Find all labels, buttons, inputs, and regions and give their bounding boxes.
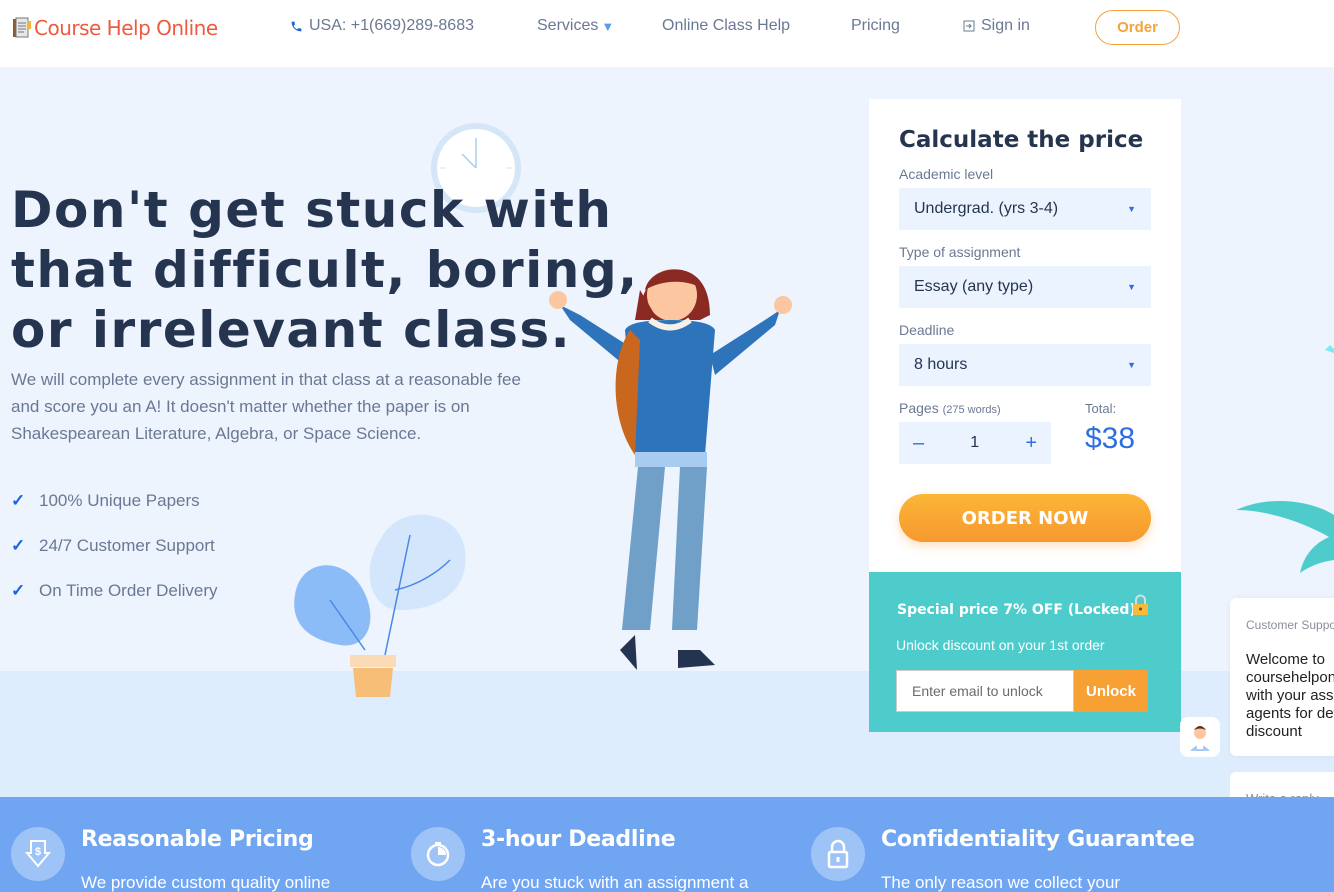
leaves-decoration xyxy=(1236,345,1334,573)
phone-icon xyxy=(291,21,302,31)
caret-down-icon: ▼ xyxy=(1127,204,1136,214)
pages-label-text: Pages xyxy=(899,400,939,416)
nav-pricing[interactable]: Pricing xyxy=(851,17,900,35)
plant-illustration xyxy=(294,514,466,697)
feature-item: ✓ On Time Order Delivery xyxy=(11,568,218,613)
chat-message: Welcome to coursehelponline with your as… xyxy=(1246,651,1334,740)
decrement-button[interactable]: – xyxy=(913,432,924,455)
logo[interactable]: Course Help Online xyxy=(12,16,218,40)
logo-text: Course Help Online xyxy=(34,16,218,40)
increment-button[interactable]: + xyxy=(1025,432,1037,455)
feature-item: ✓ 100% Unique Papers xyxy=(11,478,218,523)
price-calculator: Calculate the price Academic level Under… xyxy=(869,99,1181,572)
check-icon: ✓ xyxy=(11,490,26,510)
nav-sign-in[interactable]: Sign in xyxy=(963,17,1030,35)
deadline-label: Deadline xyxy=(899,322,955,338)
nav-services[interactable]: Services ▼ xyxy=(537,17,614,35)
deadline-select[interactable]: 8 hours ▼ xyxy=(899,344,1151,386)
pages-stepper: – 1 + xyxy=(899,422,1051,464)
agent-avatar-icon xyxy=(1190,726,1210,751)
feature-item: ✓ 24/7 Customer Support xyxy=(11,523,218,568)
band-text: Are you stuck with an assignment a xyxy=(481,873,749,892)
hero-description: We will complete every assignment in tha… xyxy=(11,370,521,443)
site-header: Course Help Online USA: +1(669)289-8683 … xyxy=(0,0,1334,67)
stopwatch-icon xyxy=(411,827,465,881)
promo-subtitle: Unlock discount on your 1st order xyxy=(896,637,1105,653)
padlock-icon xyxy=(1133,594,1148,615)
pages-label: Pages (275 words) xyxy=(899,400,1001,416)
email-input[interactable] xyxy=(896,670,1074,712)
band-title: Reasonable Pricing xyxy=(81,827,314,852)
notebook-icon xyxy=(13,17,31,38)
calculator-title: Calculate the price xyxy=(899,127,1144,153)
order-now-button[interactable]: ORDER NOW xyxy=(899,494,1151,542)
band-title: 3-hour Deadline xyxy=(481,827,676,852)
order-button[interactable]: Order xyxy=(1095,10,1180,45)
total-label: Total: xyxy=(1085,401,1117,416)
feature-list: ✓ 100% Unique Papers ✓ 24/7 Customer Suppo… xyxy=(11,478,218,613)
academic-level-select[interactable]: Undergrad. (yrs 3-4) ▼ xyxy=(899,188,1151,230)
check-icon: ✓ xyxy=(11,580,26,600)
student-illustration xyxy=(549,269,792,670)
feature-label: 100% Unique Papers xyxy=(39,490,200,510)
academic-level-label: Academic level xyxy=(899,166,994,182)
band-text: The only reason we collect your xyxy=(881,873,1121,892)
lock-icon xyxy=(811,827,865,881)
sign-in-icon xyxy=(963,20,975,32)
chat-header: Customer Support xyxy=(1246,618,1334,632)
promo-title: Special price 7% OFF (Locked) xyxy=(897,602,1136,618)
pages-value[interactable]: 1 xyxy=(970,434,979,452)
phone-number: USA: +1(669)289-8683 xyxy=(309,17,474,34)
band-title: Confidentiality Guarantee xyxy=(881,827,1195,852)
academic-level-value: Undergrad. (yrs 3-4) xyxy=(914,200,1059,217)
band-text: We provide custom quality online xyxy=(81,873,331,892)
nav-services-label: Services xyxy=(537,17,599,34)
assignment-type-select[interactable]: Essay (any type) ▼ xyxy=(899,266,1151,308)
phone-link[interactable]: USA: +1(669)289-8683 xyxy=(290,17,474,35)
deadline-value: 8 hours xyxy=(914,356,968,373)
check-icon: ✓ xyxy=(11,535,26,555)
caret-down-icon: ▼ xyxy=(1127,282,1136,292)
dropdown-triangle-icon: ▼ xyxy=(601,18,615,34)
discount-promo: Special price 7% OFF (Locked) Unlock dis… xyxy=(869,572,1181,732)
caret-down-icon: ▼ xyxy=(1127,360,1136,370)
sign-in-label: Sign in xyxy=(981,17,1030,34)
nav-online-class-help[interactable]: Online Class Help xyxy=(662,17,790,35)
pages-words: (275 words) xyxy=(942,404,1001,416)
chat-message-card[interactable]: Customer Support Welcome to coursehelpon… xyxy=(1230,598,1334,756)
assignment-type-label: Type of assignment xyxy=(899,244,1021,260)
svg-text:$: $ xyxy=(35,846,41,858)
chat-agent-avatar[interactable] xyxy=(1180,717,1220,757)
feature-label: 24/7 Customer Support xyxy=(39,535,215,555)
feature-label: On Time Order Delivery xyxy=(39,580,218,600)
assignment-type-value: Essay (any type) xyxy=(914,278,1034,295)
total-value: $38 xyxy=(1085,422,1136,455)
unlock-button[interactable]: Unlock xyxy=(1074,670,1148,712)
dollar-down-icon: $ xyxy=(11,827,65,881)
features-band: $ Reasonable Pricing We provide custom q… xyxy=(0,797,1334,892)
